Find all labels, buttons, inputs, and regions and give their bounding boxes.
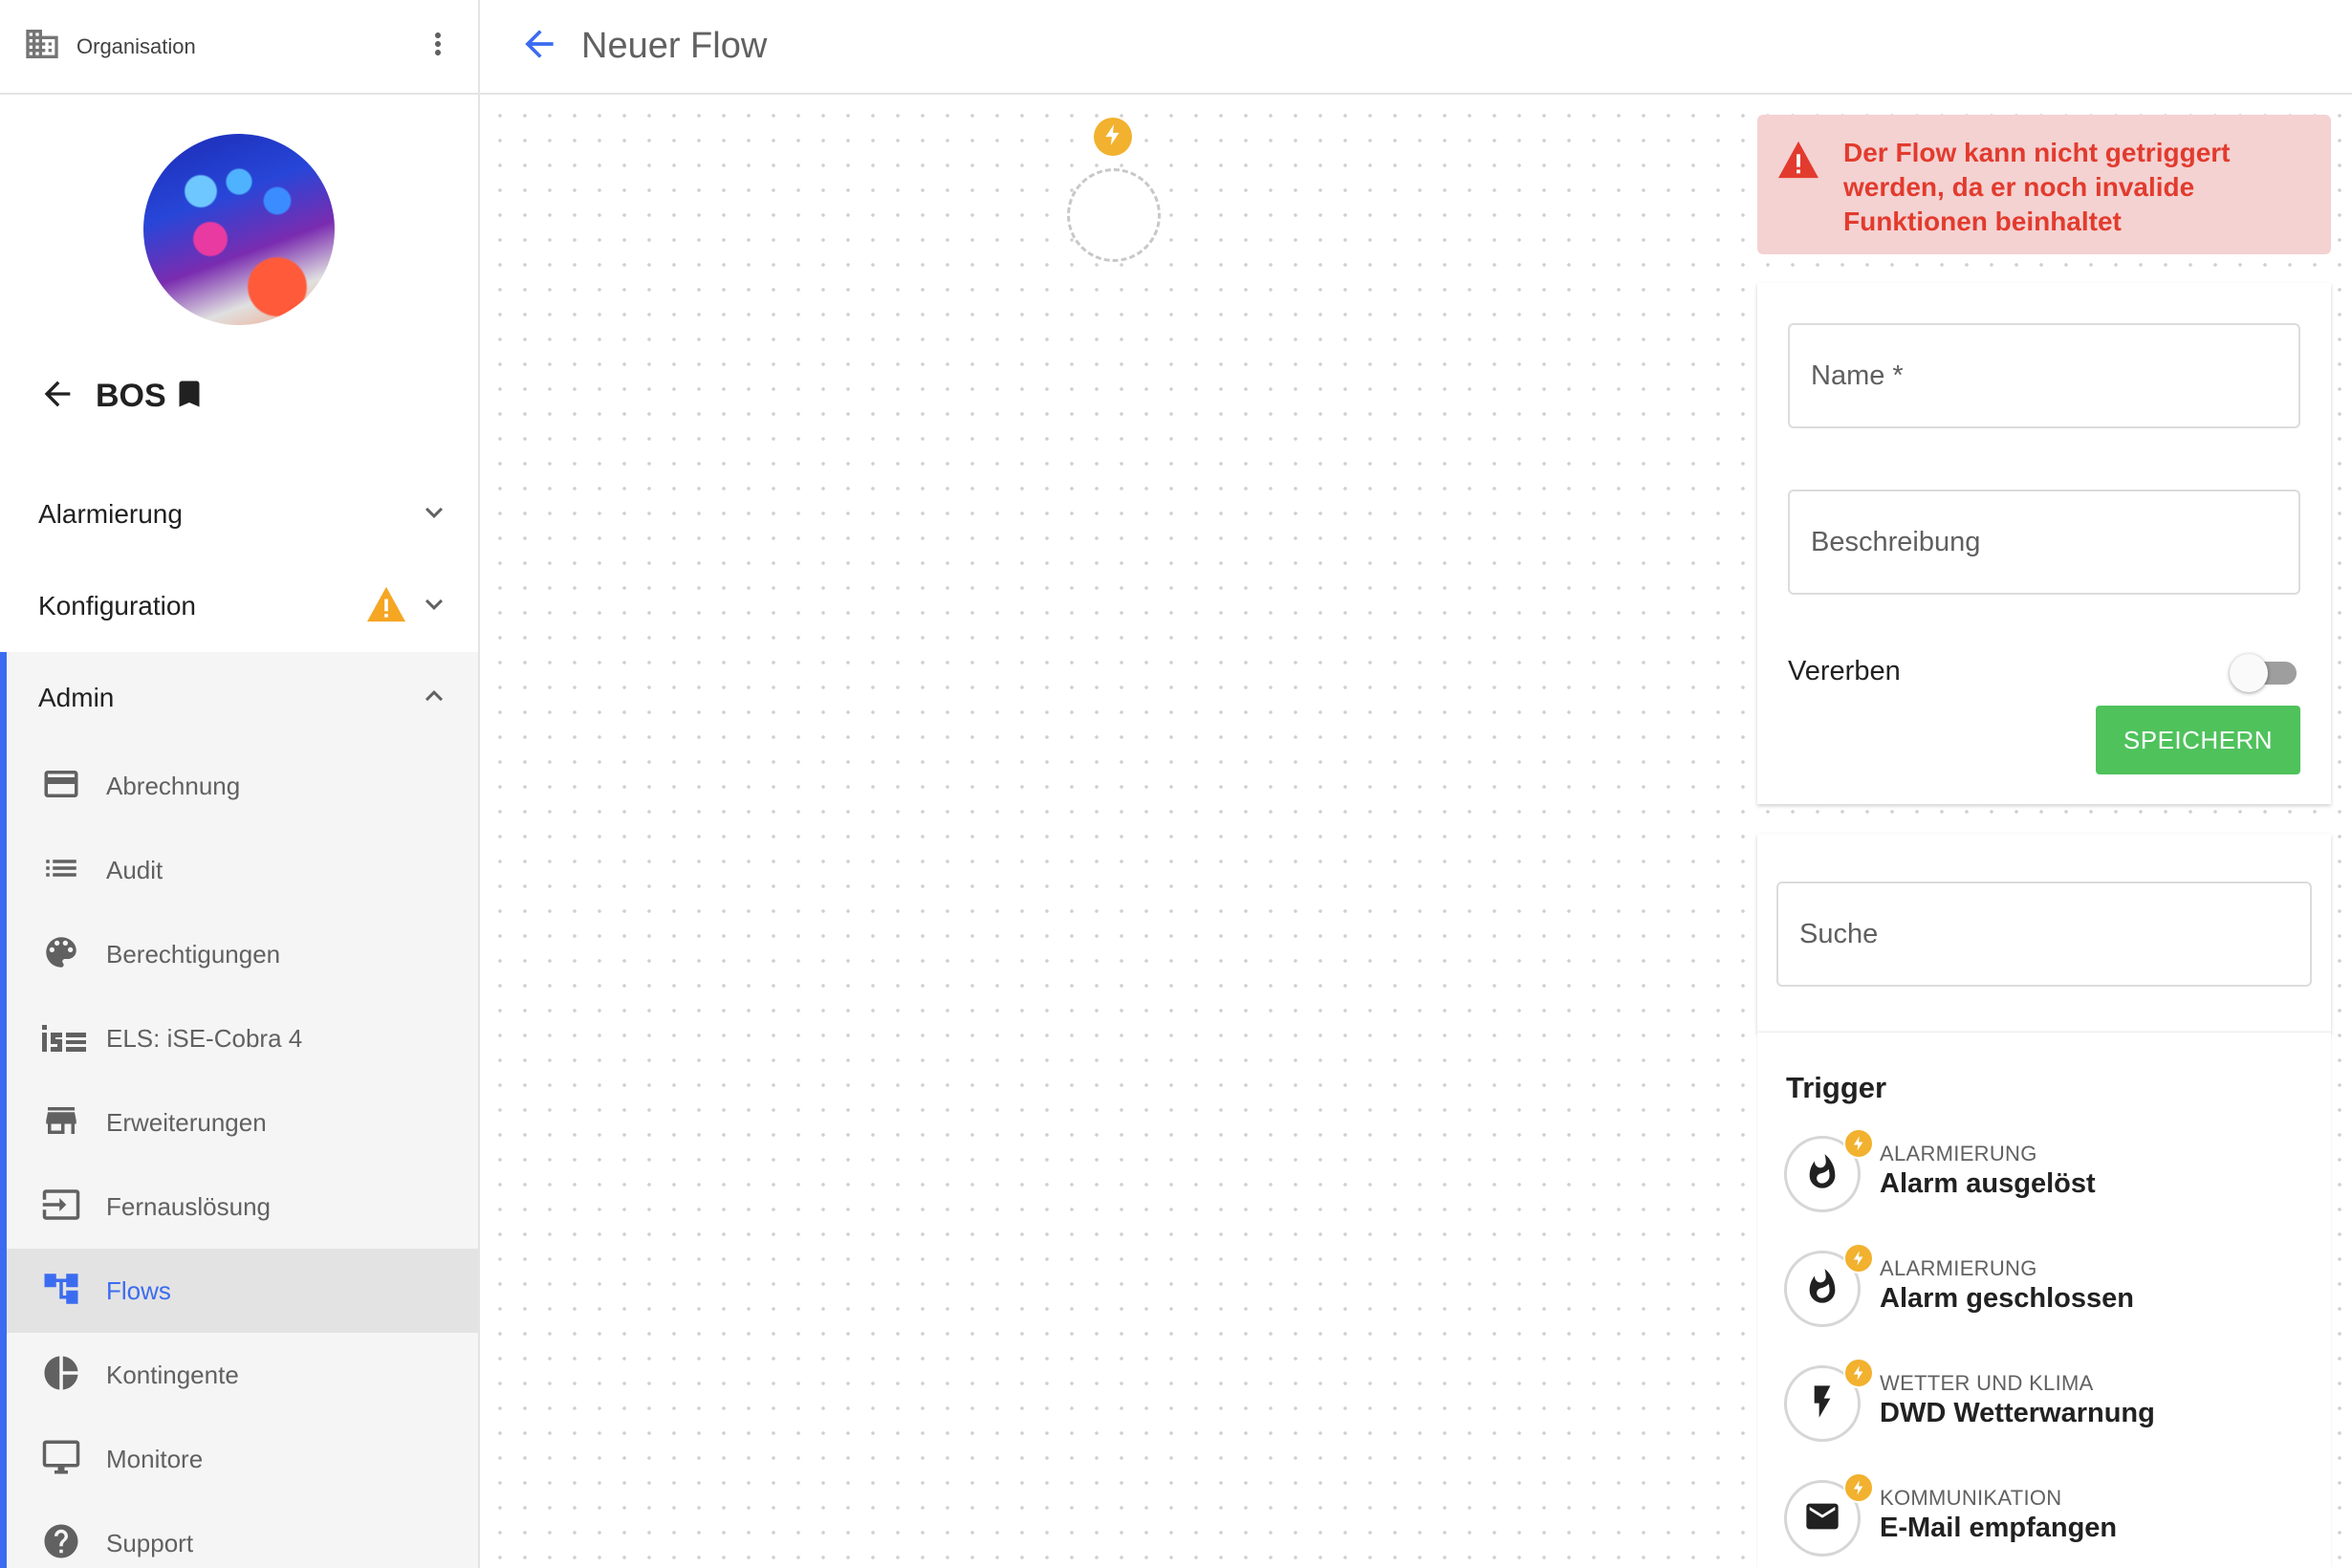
help-icon — [41, 1521, 81, 1566]
sidebar-item-fernausloesung[interactable]: Fernauslösung — [7, 1165, 478, 1249]
warning-icon — [1776, 140, 1820, 254]
inherit-toggle[interactable] — [2230, 652, 2300, 692]
trigger-name: DWD Wetterwarnung — [1880, 1398, 2155, 1428]
arrow-back-icon[interactable] — [38, 375, 76, 418]
flame-icon — [1803, 1153, 1841, 1196]
inherit-label: Vererben — [1788, 656, 1901, 686]
toggle-knob — [2230, 654, 2268, 692]
trigger-item-dwd-wetterwarnung[interactable]: WETTER UND KLIMA DWD Wetterwarnung — [1784, 1358, 2319, 1444]
nav-section-konfiguration[interactable]: Konfiguration — [0, 560, 478, 652]
nav-section-label: Konfiguration — [38, 591, 197, 621]
sidebar-item-label: ELS: iSE-Cobra 4 — [106, 1023, 303, 1053]
building-icon — [23, 25, 61, 68]
save-button[interactable]: SPEICHERN — [2096, 706, 2300, 774]
trigger-item-email-empfangen[interactable]: KOMMUNIKATION E-Mail empfangen — [1784, 1472, 2319, 1558]
sidebar-item-els-ise-cobra[interactable]: ELS: iSE-Cobra 4 — [7, 996, 478, 1080]
chevron-down-icon — [417, 587, 451, 626]
sidebar-item-label: Kontingente — [106, 1360, 239, 1389]
sidebar-item-support[interactable]: Support — [7, 1501, 478, 1568]
sidebar-item-audit[interactable]: Audit — [7, 828, 478, 912]
nav-section-label: Alarmierung — [38, 499, 183, 529]
sidebar-item-label: Abrechnung — [106, 771, 241, 800]
sidebar: Organisation BOS Alarmierung Konfigurati… — [0, 0, 480, 1568]
trigger-badge — [1843, 1243, 1874, 1274]
trigger-badge — [1843, 1128, 1874, 1159]
bolt-icon — [1100, 122, 1125, 152]
arrow-back-icon[interactable] — [518, 23, 560, 70]
sidebar-item-label: Support — [106, 1528, 194, 1557]
monitor-icon — [41, 1437, 81, 1482]
trigger-badge — [1843, 1358, 1874, 1388]
trigger-name: Alarm geschlossen — [1880, 1283, 2134, 1314]
pie-chart-icon — [41, 1353, 81, 1398]
credit-card-icon — [41, 764, 81, 809]
organisation-bar[interactable]: Organisation — [0, 0, 478, 95]
trigger-item-alarm-geschlossen[interactable]: ALARMIERUNG Alarm geschlossen — [1784, 1243, 2319, 1329]
flows-icon — [41, 1269, 81, 1314]
trigger-section-title: Trigger — [1786, 1071, 1887, 1104]
ise-logo-icon — [41, 1018, 87, 1058]
sidebar-item-label: Fernauslösung — [106, 1191, 271, 1221]
chevron-up-icon — [417, 679, 451, 718]
input-icon — [41, 1185, 81, 1230]
sidebar-item-monitore[interactable]: Monitore — [7, 1417, 478, 1501]
sidebar-item-label: Monitore — [106, 1444, 204, 1473]
chevron-down-icon — [417, 495, 451, 534]
sidebar-item-berechtigungen[interactable]: Berechtigungen — [7, 912, 478, 996]
organisation-avatar — [143, 134, 335, 325]
description-field[interactable]: Beschreibung — [1788, 490, 2300, 595]
trigger-category: ALARMIERUNG — [1880, 1256, 2037, 1280]
nav-section-admin[interactable]: Admin — [0, 652, 478, 744]
search-card: Suche — [1757, 834, 2331, 1033]
search-input[interactable]: Suche — [1776, 882, 2312, 987]
palette-icon — [41, 932, 81, 977]
bookmark-icon — [172, 375, 207, 418]
flow-settings-card: Name * Beschreibung Vererben SPEICHERN — [1757, 283, 2331, 804]
page-title: Neuer Flow — [581, 26, 768, 66]
account-name: BOS — [96, 378, 166, 414]
trigger-list-card: Trigger ALARMIERUNG Alarm ausgelöst ALAR… — [1757, 1033, 2331, 1568]
trigger-category: KOMMUNIKATION — [1880, 1486, 2062, 1510]
sidebar-item-label: Audit — [106, 855, 163, 884]
sidebar-item-abrechnung[interactable]: Abrechnung — [7, 744, 478, 828]
error-message: Der Flow kann nicht getriggert werden, d… — [1843, 138, 2231, 236]
mail-icon — [1803, 1497, 1841, 1540]
flame-icon — [1803, 1268, 1841, 1311]
trigger-badge — [1094, 118, 1132, 156]
trigger-badge — [1843, 1472, 1874, 1503]
nav-section-admin-expanded: Admin Abrechnung Audit Berechtigungen EL… — [0, 652, 478, 1568]
more-vert-icon[interactable] — [421, 27, 455, 66]
nav-section-label: Admin — [38, 683, 115, 712]
sidebar-item-label: Berechtigungen — [106, 939, 281, 969]
trigger-name: Alarm ausgelöst — [1880, 1168, 2096, 1199]
list-icon — [41, 848, 81, 893]
sidebar-item-flows[interactable]: Flows — [7, 1249, 478, 1333]
name-field[interactable]: Name * — [1788, 323, 2300, 428]
sidebar-item-kontingente[interactable]: Kontingente — [7, 1333, 478, 1417]
organisation-label: Organisation — [76, 33, 196, 58]
store-icon — [41, 1100, 81, 1145]
error-alert: Der Flow kann nicht getriggert werden, d… — [1757, 115, 2331, 254]
empty-trigger-node[interactable] — [1067, 168, 1161, 262]
trigger-category: ALARMIERUNG — [1880, 1142, 2037, 1165]
sidebar-item-label: Flows — [106, 1275, 171, 1305]
trigger-category: WETTER UND KLIMA — [1880, 1371, 2094, 1395]
page-header: Neuer Flow — [480, 0, 2352, 95]
nav-section-alarmierung[interactable]: Alarmierung — [0, 468, 478, 560]
account-switch[interactable]: BOS — [38, 375, 207, 418]
lightning-icon — [1803, 1383, 1841, 1426]
sidebar-item-label: Erweiterungen — [106, 1107, 267, 1137]
sidebar-item-erweiterungen[interactable]: Erweiterungen — [7, 1080, 478, 1165]
trigger-item-alarm-ausgeloest[interactable]: ALARMIERUNG Alarm ausgelöst — [1784, 1128, 2319, 1214]
warning-icon — [365, 585, 407, 628]
trigger-name: E-Mail empfangen — [1880, 1513, 2118, 1543]
